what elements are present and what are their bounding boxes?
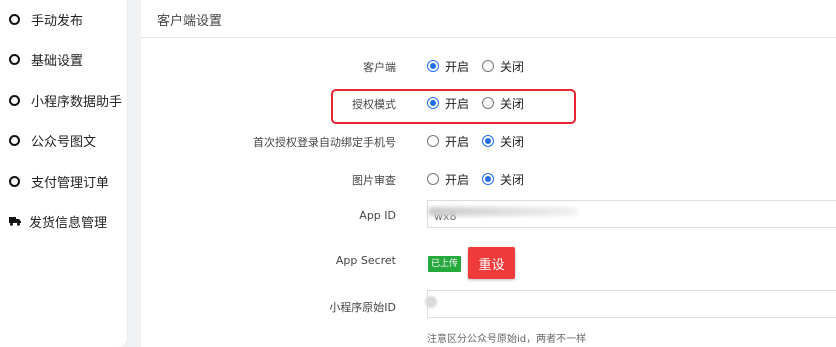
- uploaded-badge: 已上传: [428, 256, 462, 272]
- auth-mode-off-option[interactable]: 关闭: [482, 95, 524, 112]
- image-review-on-option[interactable]: 开启: [427, 171, 469, 188]
- sidebar-item-basic-settings[interactable]: 基础设置: [9, 49, 83, 69]
- sidebar-item-payment-orders[interactable]: 支付管理订单: [9, 171, 109, 191]
- ring-icon: [9, 134, 20, 146]
- original-id-label: 小程序原始ID: [329, 301, 396, 314]
- radio-unchecked-icon[interactable]: [427, 135, 439, 147]
- image-review-label: 图片审查: [352, 174, 396, 187]
- reset-button[interactable]: 重设: [468, 247, 515, 279]
- divider: [141, 37, 836, 38]
- original-id-hint: 注意区分公众号原始id，两者不一样: [427, 334, 587, 345]
- app-secret-label: App Secret: [335, 254, 396, 267]
- panel-title: 客户端设置: [157, 14, 223, 29]
- client-label: 客户端: [363, 61, 396, 74]
- redaction-blur: [428, 207, 578, 216]
- sidebar-item-label: 基础设置: [31, 53, 84, 69]
- settings-panel: 客户端设置 客户端 开启 关闭 授权模式 开启 关闭 首次授权登录自动绑定手机号…: [141, 0, 836, 347]
- radio-label: 开启: [445, 59, 470, 74]
- sidebar-item-label: 支付管理订单: [31, 175, 110, 191]
- client-radio-group: 开启 关闭: [427, 57, 537, 75]
- sidebar: 手动发布 基础设置 小程序数据助手 公众号图文 支付管理订单 发货信息管理: [0, 0, 128, 347]
- first-bind-phone-label: 首次授权登录自动绑定手机号: [253, 136, 396, 149]
- auth-mode-on-option[interactable]: 开启: [427, 95, 469, 112]
- ring-icon: [9, 13, 20, 25]
- ring-icon: [9, 94, 20, 106]
- redaction-blur: [425, 296, 437, 308]
- sidebar-item-label: 手动发布: [31, 13, 84, 29]
- radio-checked-icon[interactable]: [482, 135, 495, 147]
- app-id-label: App ID: [359, 209, 396, 222]
- sidebar-item-manual-publish[interactable]: 手动发布: [9, 9, 83, 29]
- radio-checked-icon[interactable]: [427, 60, 439, 72]
- image-review-off-option[interactable]: 关闭: [482, 171, 524, 188]
- sidebar-item-label: 小程序数据助手: [31, 94, 123, 110]
- first-bind-phone-off-option[interactable]: 关闭: [482, 133, 524, 150]
- image-review-radio-group: 开启 关闭: [427, 170, 537, 188]
- client-on-option[interactable]: 开启: [427, 58, 469, 75]
- sidebar-item-official-account-articles[interactable]: 公众号图文: [9, 130, 96, 150]
- radio-unchecked-icon[interactable]: [482, 97, 495, 109]
- sidebar-item-miniprogram-data-assistant[interactable]: 小程序数据助手: [9, 90, 122, 110]
- radio-label: 开启: [445, 172, 470, 187]
- first-bind-phone-radio-group: 开启 关闭: [427, 132, 537, 150]
- truck-icon: [9, 217, 21, 226]
- client-off-option[interactable]: 关闭: [482, 58, 524, 75]
- ring-icon: [9, 175, 20, 187]
- radio-label: 关闭: [500, 96, 525, 111]
- radio-checked-icon[interactable]: [482, 173, 495, 185]
- radio-label: 开启: [445, 96, 470, 111]
- sidebar-item-label: 发货信息管理: [29, 215, 108, 231]
- radio-label: 关闭: [500, 172, 525, 187]
- radio-label: 开启: [445, 134, 470, 149]
- ring-icon: [9, 53, 20, 65]
- auth-mode-radio-group: 开启 关闭: [427, 94, 537, 112]
- radio-label: 关闭: [500, 134, 525, 149]
- radio-unchecked-icon[interactable]: [482, 60, 495, 72]
- radio-checked-icon[interactable]: [427, 97, 439, 109]
- sidebar-item-label: 公众号图文: [31, 134, 97, 150]
- sidebar-item-shipping-info[interactable]: 发货信息管理: [9, 211, 107, 231]
- auth-mode-label: 授权模式: [352, 98, 396, 111]
- radio-label: 关闭: [500, 59, 525, 74]
- first-bind-phone-on-option[interactable]: 开启: [427, 133, 469, 150]
- original-id-input[interactable]: [427, 290, 836, 318]
- radio-unchecked-icon[interactable]: [427, 173, 439, 185]
